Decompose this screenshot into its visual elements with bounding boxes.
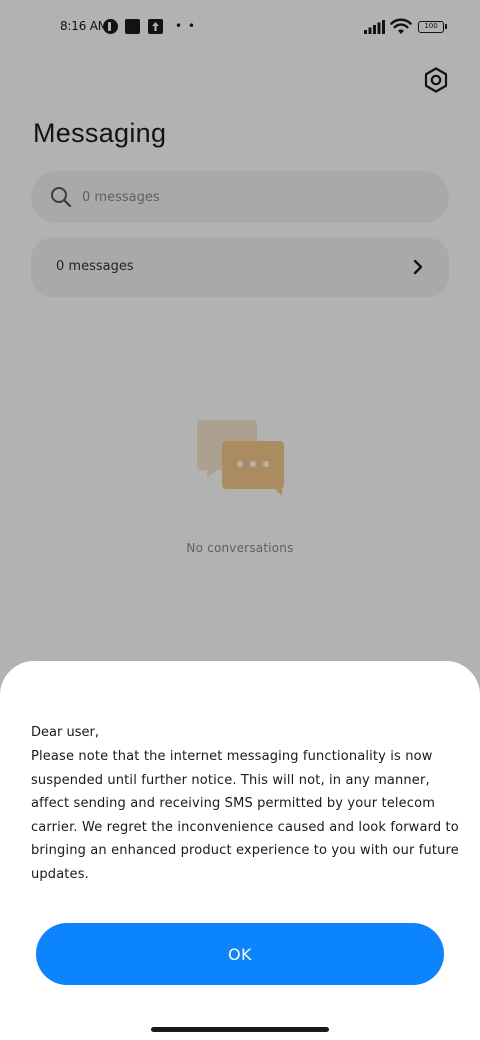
dialog-greeting: Dear user, <box>31 725 99 740</box>
dialog-body: Please note that the internet messaging … <box>31 749 459 882</box>
notice-dialog: Dear user, Please note that the internet… <box>0 661 480 1040</box>
ok-button[interactable]: OK <box>36 923 444 985</box>
home-indicator[interactable] <box>151 1027 329 1032</box>
messaging-app: 8:16 AM • • 100 Messaging 0 messages 0 m… <box>0 0 480 1040</box>
